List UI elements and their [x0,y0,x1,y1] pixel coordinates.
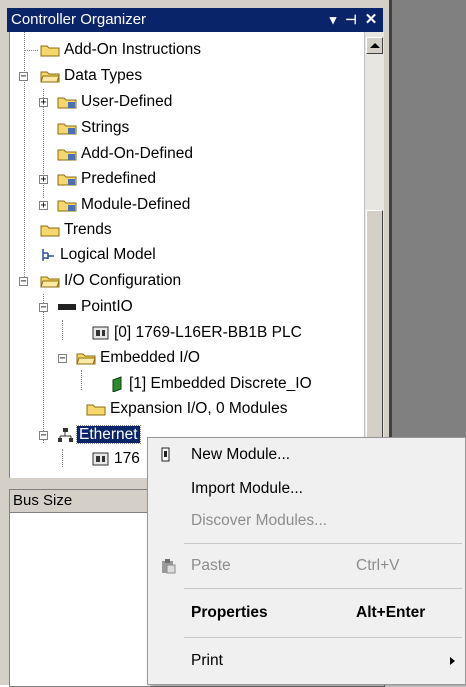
network-icon [58,428,73,442]
tree-node-logical-model[interactable]: Logical Model [28,244,156,266]
paste-icon [162,559,176,574]
tree-node-module-defined[interactable]: + Module-Defined [39,194,190,216]
menu-item-print[interactable]: Print [148,646,465,676]
folder-icon [40,45,60,57]
menu-item-new-module[interactable]: New Module... [148,440,465,470]
collapse-icon[interactable]: − [39,303,48,313]
collapse-icon[interactable]: − [19,277,28,287]
expand-icon[interactable]: + [39,175,48,185]
menu-separator [184,588,462,589]
expand-icon[interactable]: + [39,201,48,211]
menu-item-paste[interactable]: Paste Ctrl+V [148,551,465,581]
new-module-icon [161,447,170,462]
datatype-folder-icon [57,97,77,109]
tree-node-expansion-io[interactable]: Expansion I/O, 0 Modules [66,398,288,420]
menu-separator [184,637,462,638]
tree-scrollbar[interactable] [364,32,384,478]
datatype-folder-icon [57,149,77,161]
tree-node-embedded-discrete-io[interactable]: [1] Embedded Discrete_IO [85,373,312,395]
tree-node-pointio[interactable]: − PointIO [39,296,133,318]
menu-item-discover-modules[interactable]: Discover Modules... [148,506,465,536]
panel-titlebar[interactable]: Controller Organizer ▾ ⊣ ✕ [7,8,383,32]
tree-node-add-on-instructions[interactable]: Add-On Instructions [24,39,201,61]
tree-node-user-defined[interactable]: + User-Defined [39,91,172,113]
close-icon[interactable]: ✕ [363,8,379,32]
menu-separator [184,543,462,544]
organizer-tree: Add-On Instructions − Data Types + User-… [9,32,365,478]
tree-node-strings[interactable]: Strings [47,117,129,139]
tree-node-add-on-defined[interactable]: Add-On-Defined [47,143,193,165]
menu-item-import-module[interactable]: Import Module... [148,474,465,504]
controller-module-icon [92,326,109,340]
pin-icon[interactable]: ⊣ [343,8,359,32]
collapse-icon[interactable]: − [58,354,67,364]
scroll-thumb[interactable] [366,210,383,472]
context-menu: New Module... Import Module... Discover … [147,437,466,685]
expand-icon[interactable]: + [39,98,48,108]
tree-node-ethernet-child[interactable]: 176 [66,448,140,470]
tree-node-plc[interactable]: [0] 1769-L16ER-BB1B PLC [66,322,302,344]
io-module-icon [112,376,122,392]
tree-node-predefined[interactable]: + Predefined [39,168,156,190]
datatype-folder-icon [57,123,77,135]
tree-node-embedded-io[interactable]: − Embedded I/O [58,347,200,369]
tree-node-ethernet[interactable]: − Ethernet [39,424,141,446]
backplane-icon [58,304,76,310]
folder-open-icon [40,276,60,288]
bus-size-header: Bus Size [10,490,164,513]
tree-node-io-configuration[interactable]: − I/O Configuration [19,270,181,292]
collapse-icon[interactable]: − [39,431,48,441]
folder-icon [40,225,60,237]
datatype-folder-icon [57,174,77,186]
tree-node-data-types[interactable]: − Data Types [19,65,142,87]
scroll-up-button[interactable] [366,37,383,54]
logical-model-icon [42,249,54,261]
datatype-folder-icon [57,200,77,212]
menu-item-properties[interactable]: Properties Alt+Enter [148,598,465,628]
submenu-arrow-icon [450,657,455,665]
folder-icon [86,404,106,416]
folder-open-icon [40,71,60,83]
collapse-icon[interactable]: − [19,72,28,82]
chevron-down-icon[interactable]: ▾ [325,8,341,32]
controller-module-icon [92,452,109,466]
tree-node-trends[interactable]: Trends [28,219,112,241]
panel-title: Controller Organizer [11,11,147,28]
folder-open-icon [76,353,96,365]
